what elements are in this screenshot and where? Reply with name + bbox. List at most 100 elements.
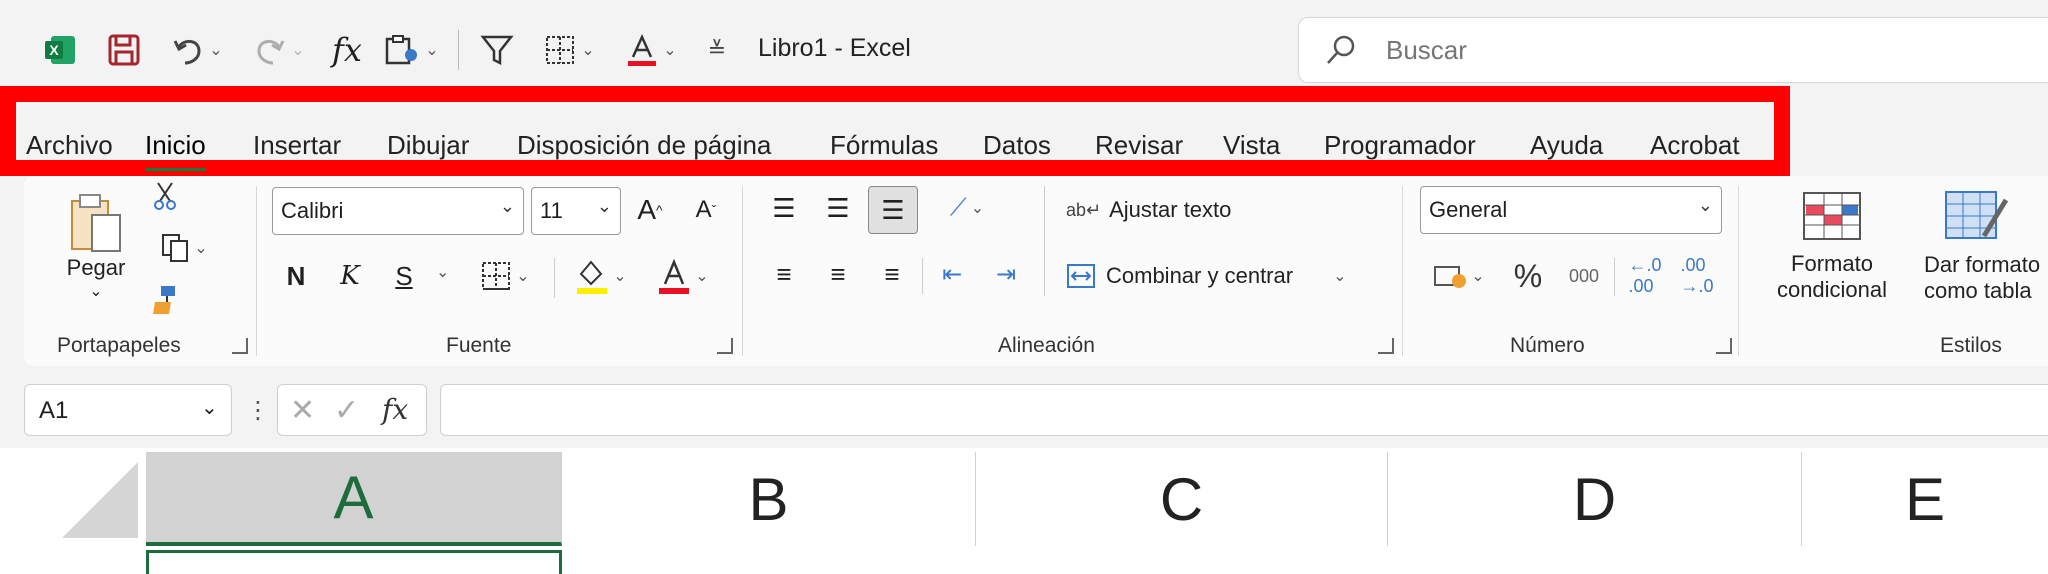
align-bottom-icon[interactable]: ☰	[868, 186, 918, 234]
chevron-down-icon[interactable]: ⌄	[425, 40, 438, 60]
cancel-icon[interactable]: ✕	[290, 393, 315, 428]
column-header-a[interactable]: A	[146, 452, 562, 546]
active-cell-a1[interactable]	[146, 550, 562, 574]
chevron-down-icon[interactable]: ⌄	[1333, 266, 1346, 286]
copy-button[interactable]: ⌄	[144, 230, 224, 266]
chevron-down-icon: ⌄	[1697, 195, 1713, 215]
merge-center-button[interactable]: Combinar y centrar ⌄	[1066, 256, 1376, 296]
insert-function-icon[interactable]: fx	[325, 28, 369, 72]
number-format-value: General	[1429, 197, 1508, 222]
increase-indent-icon[interactable]: ⇥	[986, 256, 1026, 292]
bold-button[interactable]: N	[278, 256, 314, 296]
column-header-c[interactable]: C	[976, 452, 1388, 546]
tab-acrobat[interactable]: Acrobat	[1650, 130, 1740, 161]
dialog-launcher-icon[interactable]	[1716, 338, 1732, 354]
redo-button[interactable]: ⌄	[244, 28, 314, 72]
underline-button[interactable]: S	[386, 256, 422, 296]
borders-button[interactable]: ⌄	[534, 28, 604, 72]
chevron-down-icon[interactable]: ⌄	[613, 266, 626, 286]
save-icon[interactable]	[102, 28, 146, 72]
insert-function-icon[interactable]: fx	[382, 393, 408, 426]
tab-vista[interactable]: Vista	[1223, 130, 1280, 161]
cut-icon[interactable]	[148, 178, 182, 214]
wrap-text-button[interactable]: ab↵ Ajustar texto	[1066, 190, 1326, 230]
fill-color-button[interactable]: ⌄	[566, 254, 636, 298]
tab-programador[interactable]: Programador	[1324, 130, 1476, 161]
dialog-launcher-icon[interactable]	[717, 338, 733, 354]
undo-button[interactable]: ⌄	[162, 28, 232, 72]
divider	[554, 258, 555, 298]
customize-toolbar-icon[interactable]: ≚	[700, 28, 734, 72]
group-divider	[1738, 186, 1739, 356]
italic-button[interactable]: K	[332, 256, 368, 296]
chevron-down-icon[interactable]: ⌄	[209, 40, 222, 60]
enter-icon[interactable]: ✓	[334, 393, 359, 428]
chevron-down-icon[interactable]: ⌄	[581, 40, 594, 60]
chevron-down-icon[interactable]: ⌄	[201, 395, 218, 420]
decrease-font-size-icon[interactable]: Aˇ	[686, 190, 726, 230]
dialog-launcher-icon[interactable]	[1378, 338, 1394, 354]
orientation-button[interactable]: ⟋ ⌄	[932, 190, 1002, 226]
number-format-select[interactable]: General ⌄	[1420, 186, 1722, 234]
redo-icon	[257, 40, 285, 65]
tab-formulas[interactable]: Fórmulas	[830, 130, 938, 161]
tab-dibujar[interactable]: Dibujar	[387, 130, 469, 161]
column-header-e[interactable]: E	[1802, 452, 2048, 546]
align-left-icon[interactable]: ≡	[764, 256, 804, 292]
column-header-d[interactable]: D	[1388, 452, 1802, 546]
search-box[interactable]	[1298, 17, 2048, 83]
increase-font-size-icon[interactable]: A ^	[630, 190, 670, 230]
group-label-number: Número	[1510, 334, 1585, 357]
group-label-styles: Estilos	[1940, 334, 2002, 357]
select-all-corner[interactable]	[8, 452, 146, 546]
decrease-indent-icon[interactable]: ⇤	[932, 256, 972, 292]
chevron-down-icon[interactable]: ⌄	[695, 266, 708, 286]
font-size-select[interactable]: 11 ⌄	[531, 187, 621, 235]
align-right-icon[interactable]: ≡	[872, 256, 912, 292]
chevron-down-icon[interactable]: ⌄	[663, 40, 676, 60]
tab-disposicion-pagina[interactable]: Disposición de página	[517, 130, 771, 161]
more-options-icon[interactable]: ⋮	[246, 396, 270, 425]
paste-button[interactable]: Pegar ⌄	[56, 180, 136, 310]
chevron-down-icon: ⌄	[89, 283, 103, 300]
format-painter-icon[interactable]	[146, 282, 182, 318]
font-color-button[interactable]: ⌄	[648, 254, 718, 298]
chevron-down-icon[interactable]: ⌄	[971, 198, 984, 218]
filter-icon[interactable]	[472, 28, 522, 72]
percent-button[interactable]: %	[1508, 256, 1548, 296]
name-box-value: A1	[39, 397, 69, 424]
align-center-icon[interactable]: ≡	[818, 256, 858, 292]
conditional-format-button[interactable]: Formato condicional	[1752, 180, 1912, 314]
merge-center-icon	[1067, 264, 1095, 288]
format-as-table-button[interactable]: Dar formato como tabla	[1920, 180, 2048, 314]
tools-button[interactable]: ⌄	[376, 28, 446, 72]
borders-button[interactable]: ⌄	[470, 256, 540, 296]
comma-style-button[interactable]: 000	[1560, 258, 1608, 294]
font-color-button[interactable]: ⌄	[616, 28, 686, 72]
tab-inicio[interactable]: Inicio	[145, 130, 206, 171]
align-middle-icon[interactable]: ☰	[818, 190, 858, 226]
search-input[interactable]	[1384, 32, 1988, 68]
paste-label: Pegar	[66, 255, 126, 280]
chevron-down-icon[interactable]: ⌄	[194, 238, 207, 258]
chevron-down-icon[interactable]: ⌄	[516, 266, 529, 286]
name-box[interactable]: A1 ⌄	[24, 384, 232, 436]
dialog-launcher-icon[interactable]	[232, 338, 248, 354]
formula-input[interactable]	[440, 384, 2048, 436]
tab-revisar[interactable]: Revisar	[1095, 130, 1183, 161]
tab-ayuda[interactable]: Ayuda	[1530, 130, 1603, 161]
increase-decimal-icon[interactable]: ←.0.00	[1622, 254, 1668, 298]
chevron-down-icon[interactable]: ⌄	[436, 262, 449, 282]
tab-datos[interactable]: Datos	[983, 130, 1051, 161]
conditional-format-icon	[1803, 192, 1861, 240]
tab-archivo[interactable]: Archivo	[26, 130, 113, 161]
chevron-down-icon: ⌄	[499, 196, 515, 216]
font-name-select[interactable]: Calibri ⌄	[272, 187, 524, 235]
column-header-b[interactable]: B	[562, 452, 976, 546]
chevron-down-icon[interactable]: ⌄	[1471, 266, 1484, 286]
align-top-icon[interactable]: ☰	[764, 190, 804, 226]
decrease-decimal-icon[interactable]: .00 →.0	[1674, 254, 1720, 298]
tab-insertar[interactable]: Insertar	[253, 130, 341, 161]
chevron-down-icon[interactable]: ⌄	[291, 40, 304, 60]
accounting-format-button[interactable]: ⌄	[1424, 256, 1494, 296]
